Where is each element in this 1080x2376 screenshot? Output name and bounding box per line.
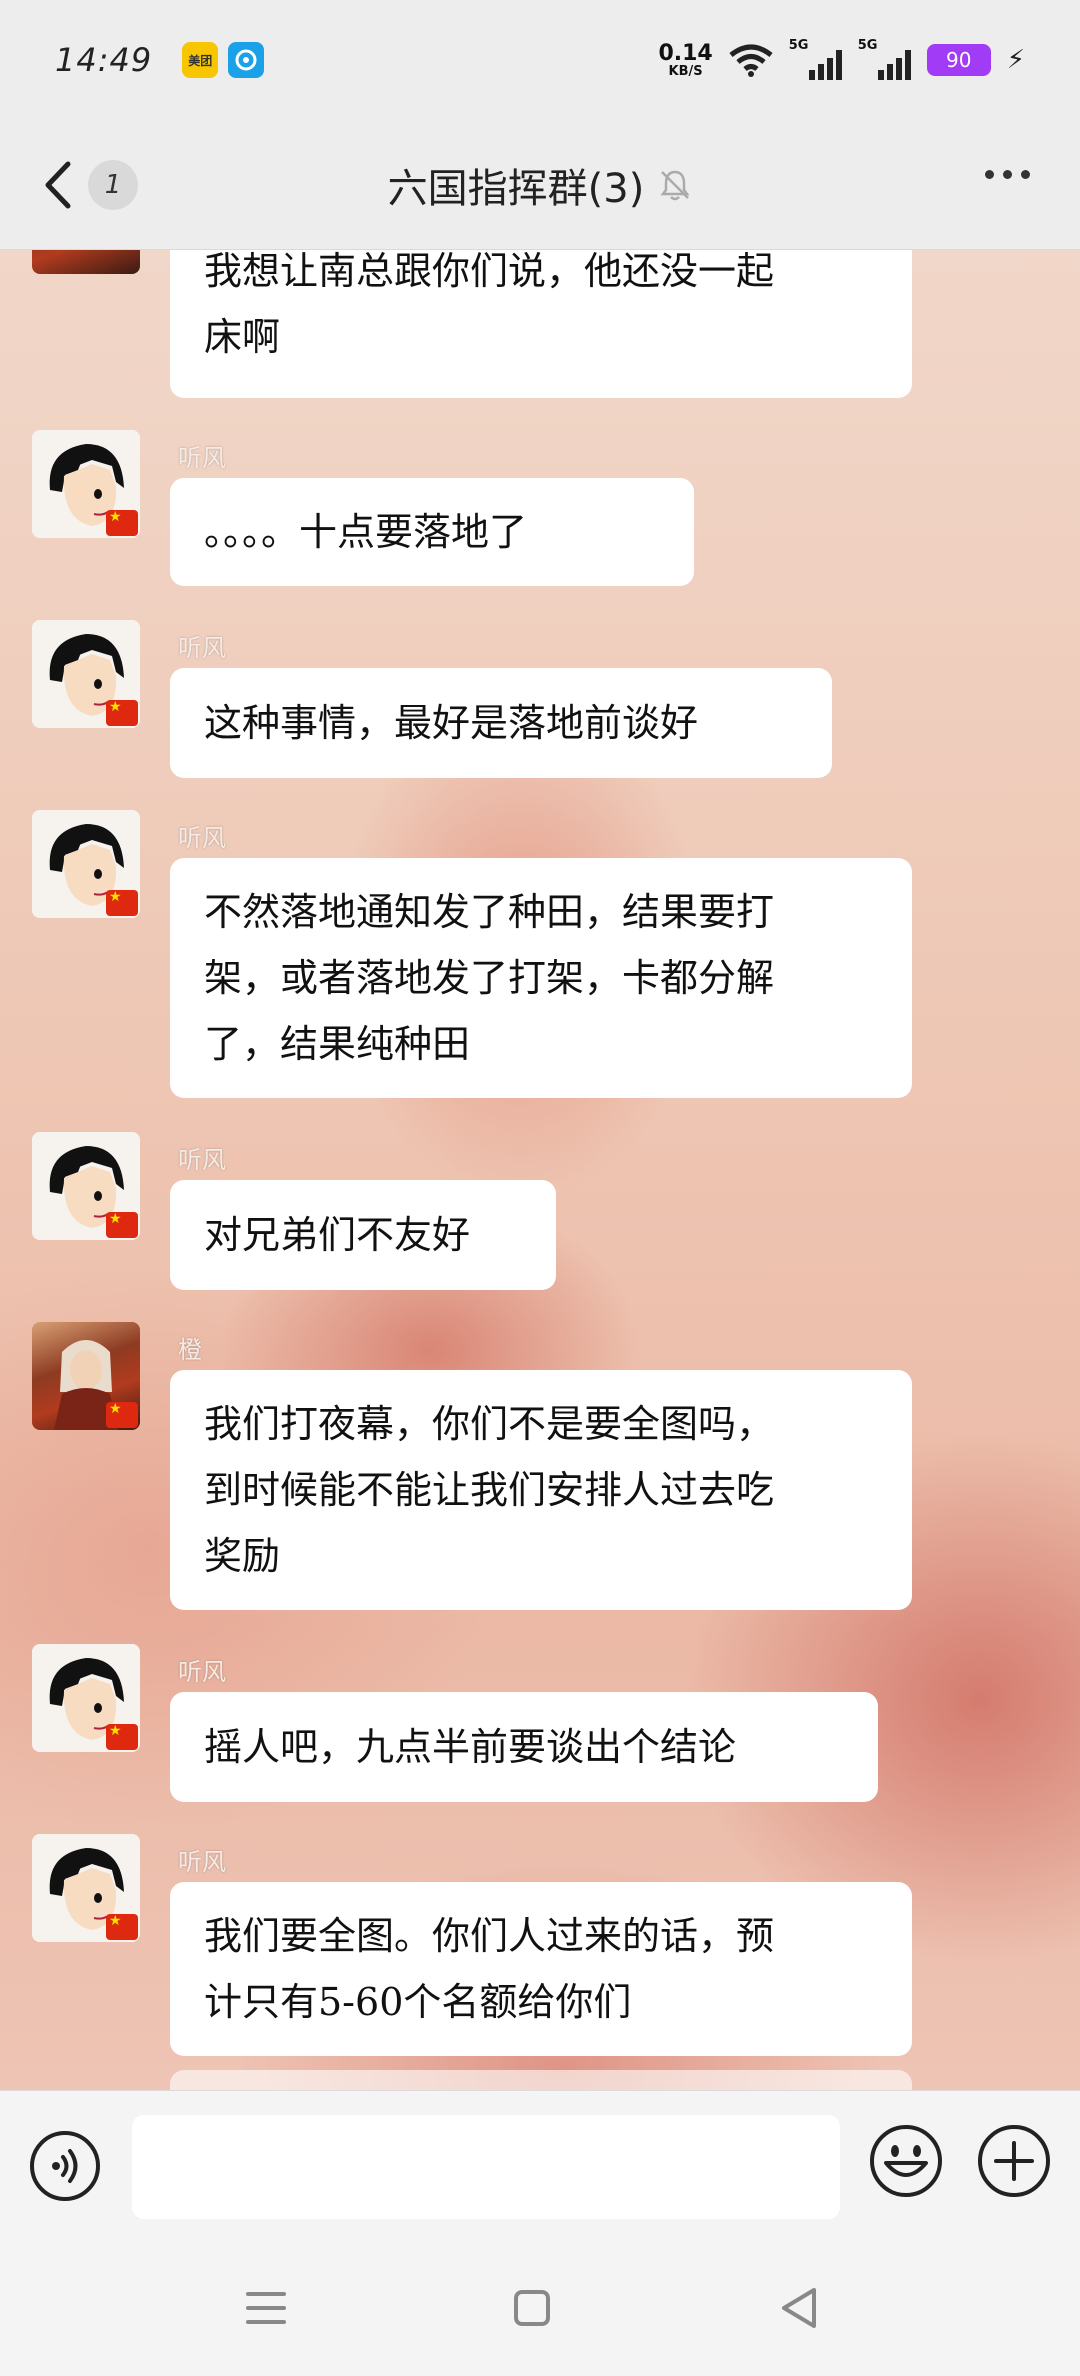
message-line: 摇人吧，九点半前要谈出个结论: [204, 1725, 737, 1769]
sender-name: 听风: [178, 1658, 226, 1686]
message-text-input[interactable]: [132, 2115, 840, 2219]
message-input-bar: [0, 2090, 1080, 2240]
network-speed: 0.14 KB/S: [658, 40, 713, 79]
avatar-tingfeng[interactable]: [32, 1644, 140, 1752]
emoji-button[interactable]: [868, 2123, 944, 2199]
wifi-icon: [729, 44, 773, 77]
meituan-app-icon: 美团: [182, 42, 219, 78]
signal-sim1-icon: 5G: [788, 38, 842, 80]
message-line: 架，或者落地发了打架，卡都分解: [204, 956, 775, 1000]
flag-badge-icon: [106, 509, 138, 536]
charging-icon: ⚡: [1006, 45, 1025, 75]
avatar-cheng[interactable]: [32, 250, 140, 274]
avatar-tingfeng[interactable]: [32, 620, 140, 728]
message-line: 对兄弟们不友好: [204, 1213, 471, 1257]
message-bubble[interactable]: 我们打夜幕，你们不是要全图吗， 到时候能不能让我们安排人过去吃 奖励: [170, 1370, 912, 1610]
message-bubble[interactable]: 对兄弟们不友好: [170, 1180, 556, 1290]
message-bubble[interactable]: 我想让南总跟你们说，他还没一起 床啊: [170, 250, 912, 398]
message-bubble[interactable]: 不然落地通知发了种田，结果要打 架，或者落地发了打架，卡都分解 了，结果纯种田: [170, 858, 912, 1098]
chat-title[interactable]: 六国指挥群(3): [388, 156, 645, 214]
message-line: 到时候能不能让我们安排人过去吃: [204, 1468, 775, 1512]
battery-indicator: 90: [926, 44, 991, 76]
message-bubble-partial[interactable]: [170, 2070, 912, 2090]
mute-bell-icon: [660, 170, 690, 201]
system-navigation-bar: [0, 2240, 1080, 2376]
sender-name: 听风: [178, 1146, 226, 1174]
menu-nav-icon[interactable]: [236, 2280, 296, 2336]
network-speed-unit: KB/S: [668, 63, 703, 79]
status-bar: 14:49 美团 0.14 KB/S 5G 5G 90 ⚡: [0, 0, 1080, 120]
avatar-tingfeng[interactable]: [32, 1834, 140, 1942]
chat-header: 1 六国指挥群(3): [0, 120, 1080, 250]
message-bubble[interactable]: 这种事情，最好是落地前谈好: [170, 668, 832, 778]
flag-badge-icon: [106, 1401, 138, 1428]
signal-sim2-icon: 5G: [857, 38, 911, 80]
message-line: 我们打夜幕，你们不是要全图吗，: [204, 1402, 775, 1446]
status-indicators: 0.14 KB/S 5G 5G 90 ⚡: [658, 38, 1025, 80]
signal-sim1-label: 5G: [788, 38, 809, 53]
weather-app-icon: [228, 42, 265, 78]
avatar-tingfeng[interactable]: [32, 430, 140, 538]
sender-name: 听风: [178, 444, 226, 472]
sender-name: 橙: [178, 1336, 202, 1364]
sender-name: 听风: [178, 634, 226, 662]
network-speed-value: 0.14: [658, 40, 713, 66]
voice-input-button[interactable]: [28, 2129, 102, 2203]
message-line: 了，结果纯种田: [204, 1022, 471, 1066]
flag-badge-icon: [106, 1211, 138, 1238]
message-line: 我们要全图。你们人过来的话，预: [204, 1914, 775, 1958]
more-options-button[interactable]: [985, 170, 1030, 179]
flag-badge-icon: [106, 1723, 138, 1750]
home-nav-icon[interactable]: [502, 2280, 562, 2336]
sender-name: 听风: [178, 824, 226, 852]
message-line: 我想让南总跟你们说，他还没一起: [204, 250, 775, 293]
message-bubble[interactable]: 。。。。十点要落地了: [170, 478, 694, 586]
flag-badge-icon: [106, 1913, 138, 1940]
unread-count-badge[interactable]: 1: [88, 160, 138, 210]
back-nav-icon[interactable]: [770, 2280, 830, 2336]
chat-message-list[interactable]: 我想让南总跟你们说，他还没一起 床啊 听风 。。。。十点要落地了: [0, 250, 1080, 2090]
message-line: 不然落地通知发了种田，结果要打: [204, 890, 775, 934]
sender-name: 听风: [178, 1848, 226, 1876]
message-line: 床啊: [204, 315, 281, 359]
flag-badge-icon: [106, 699, 138, 726]
message-line: 。。。。十点要落地了: [204, 510, 528, 554]
message-line: 计只有5-60个名额给你们: [204, 1980, 632, 2024]
message-line: 奖励: [204, 1534, 281, 1578]
message-bubble[interactable]: 我们要全图。你们人过来的话，预 计只有5-60个名额给你们: [170, 1882, 912, 2056]
message-line: 这种事情，最好是落地前谈好: [204, 701, 699, 745]
avatar-cheng[interactable]: [32, 1322, 140, 1430]
chat-title-group: 六国指挥群(3): [0, 120, 1080, 250]
signal-sim2-label: 5G: [857, 38, 878, 53]
avatar-tingfeng[interactable]: [32, 810, 140, 918]
status-time: 14:49: [55, 41, 153, 79]
message-bubble[interactable]: 摇人吧，九点半前要谈出个结论: [170, 1692, 878, 1802]
more-actions-plus-button[interactable]: [976, 2123, 1052, 2199]
status-app-icons: 美团: [182, 42, 265, 78]
back-button[interactable]: [38, 158, 78, 212]
flag-badge-icon: [106, 889, 138, 916]
avatar-tingfeng[interactable]: [32, 1132, 140, 1240]
